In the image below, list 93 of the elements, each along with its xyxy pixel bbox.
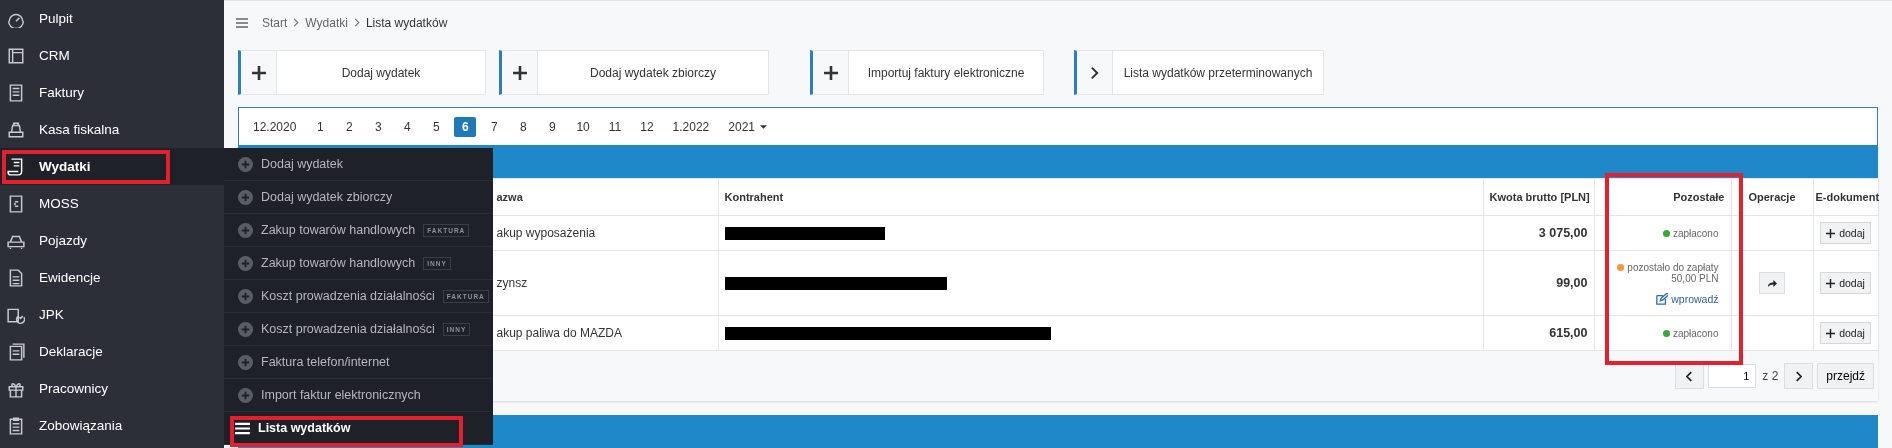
year-dropdown[interactable]: 2021: [722, 116, 773, 137]
table-cell: 99,00: [1483, 250, 1594, 316]
chevron-right-icon: [293, 18, 300, 27]
add-document-button[interactable]: dodaj: [1820, 272, 1871, 294]
month-tab[interactable]: 3: [367, 116, 390, 137]
month-tab[interactable]: 9: [541, 116, 564, 137]
sidebar-item[interactable]: Pulpit: [0, 0, 224, 37]
document-stack-icon: [7, 342, 25, 361]
action-button[interactable]: Dodaj wydatek: [238, 50, 486, 95]
sidebar-item[interactable]: JPK: [0, 296, 224, 333]
breadcrumb-current: Lista wydatków: [365, 15, 448, 30]
chevron-right-icon: [1795, 370, 1803, 382]
receipt-icon: [7, 157, 25, 176]
sidebar-item[interactable]: Pojazdy: [0, 222, 224, 259]
caret-icon: [760, 124, 767, 129]
column-header: Pozostałe: [1594, 178, 1731, 216]
sidebar-item[interactable]: Ewidencje: [0, 259, 224, 296]
sidebar-item[interactable]: Faktury: [0, 74, 224, 111]
remaining-amount: 50,00 PLN: [1670, 272, 1719, 284]
month-tab[interactable]: 6: [454, 116, 477, 137]
chevron-right-icon: [1090, 65, 1099, 80]
month-tab[interactable]: 10: [570, 116, 596, 137]
sidebar-item[interactable]: CRM: [0, 37, 224, 74]
breadcrumb-link[interactable]: Start: [262, 15, 288, 30]
page-total: z 2: [1762, 369, 1779, 383]
column-header: Kontrahent: [718, 178, 1483, 216]
month-tab[interactable]: 12.2020: [247, 116, 303, 137]
plus-icon: [251, 65, 266, 80]
plus-circle-icon: [238, 288, 253, 304]
sidebar-item[interactable]: Pracownicy: [0, 370, 224, 407]
column-header: Kwota brutto [PLN]: [1483, 178, 1594, 216]
plus-circle-icon: [238, 189, 253, 205]
month-tab[interactable]: 4: [396, 116, 419, 137]
next-page-button[interactable]: [1784, 363, 1814, 389]
submenu-item[interactable]: Dodaj wydatek: [224, 148, 493, 181]
menu-icon[interactable]: [236, 17, 248, 28]
layout-icon: [7, 46, 25, 65]
plus-icon: [512, 65, 527, 80]
month-tab[interactable]: 2: [338, 116, 361, 137]
plus-circle-icon: [238, 255, 253, 271]
plus-circle-icon: [238, 321, 253, 337]
plus-icon: [1826, 278, 1836, 288]
printer-icon: [7, 120, 25, 139]
sidebar-item[interactable]: Wydatki: [0, 148, 224, 185]
add-document-button[interactable]: dodaj: [1820, 222, 1871, 244]
document-icon: [7, 268, 25, 287]
edit-icon: [1656, 292, 1669, 305]
plus-circle-icon: [238, 387, 253, 403]
clipboard-icon: [7, 416, 25, 435]
action-button[interactable]: Importuj faktury elektroniczne: [810, 50, 1044, 95]
chevron-right-icon: [353, 18, 360, 27]
status-text: zapłacono: [1672, 327, 1719, 339]
action-button[interactable]: Dodaj wydatek zbiorczy: [499, 50, 769, 95]
column-header: E-dokument: [1813, 178, 1878, 216]
status-text: pozostało do zapłaty: [1627, 261, 1719, 273]
sidebar-item[interactable]: MOSS: [0, 185, 224, 222]
submenu-item[interactable]: Lista wydatków: [224, 412, 493, 445]
page-input[interactable]: 1: [1708, 364, 1757, 388]
wallet-icon: [7, 194, 25, 213]
plus-icon: [823, 65, 838, 80]
month-tab[interactable]: 1: [309, 116, 332, 137]
plus-icon: [1826, 328, 1836, 338]
share-arrow-icon: [1766, 278, 1778, 288]
plus-icon: [1826, 228, 1836, 238]
column-header: Operacje: [1731, 178, 1813, 216]
status-text: zapłacono: [1672, 227, 1719, 239]
month-tab[interactable]: 5: [425, 116, 448, 137]
sidebar-item[interactable]: Deklaracje: [0, 333, 224, 370]
submenu-item[interactable]: Dodaj wydatek zbiorczy: [224, 181, 493, 214]
month-tab[interactable]: 12: [634, 116, 660, 137]
month-tab[interactable]: 1.2022: [666, 116, 716, 137]
plus-circle-icon: [238, 222, 253, 238]
go-button[interactable]: przejdź: [1817, 363, 1874, 389]
action-button[interactable]: Lista wydatków przeterminowanych: [1074, 50, 1324, 95]
forward-button[interactable]: [1759, 272, 1785, 294]
plus-circle-icon: [238, 156, 253, 172]
previous-page-button[interactable]: [1675, 363, 1705, 389]
sidebar-item[interactable]: Kasa fiskalna: [0, 111, 224, 148]
month-tab[interactable]: 11: [602, 116, 628, 137]
chevron-left-icon: [1686, 370, 1694, 382]
month-tab[interactable]: 8: [512, 116, 535, 137]
list-icon: [235, 421, 250, 435]
sidebar-item[interactable]: Zobowiązania: [0, 407, 224, 444]
add-document-button[interactable]: dodaj: [1820, 322, 1871, 344]
table-cell: 3 075,00: [1483, 215, 1594, 251]
month-tab[interactable]: 7: [483, 116, 506, 137]
enter-link[interactable]: wprowadź: [1671, 292, 1719, 305]
plus-circle-icon: [238, 354, 253, 370]
document-icon: [7, 83, 25, 102]
submenu-item[interactable]: Faktura telefon/internet: [224, 346, 493, 379]
table-cell: 615,00: [1483, 315, 1594, 351]
submenu-item[interactable]: Import faktur elektronicznych: [224, 379, 493, 412]
breadcrumb-link[interactable]: Wydatki: [305, 15, 348, 30]
